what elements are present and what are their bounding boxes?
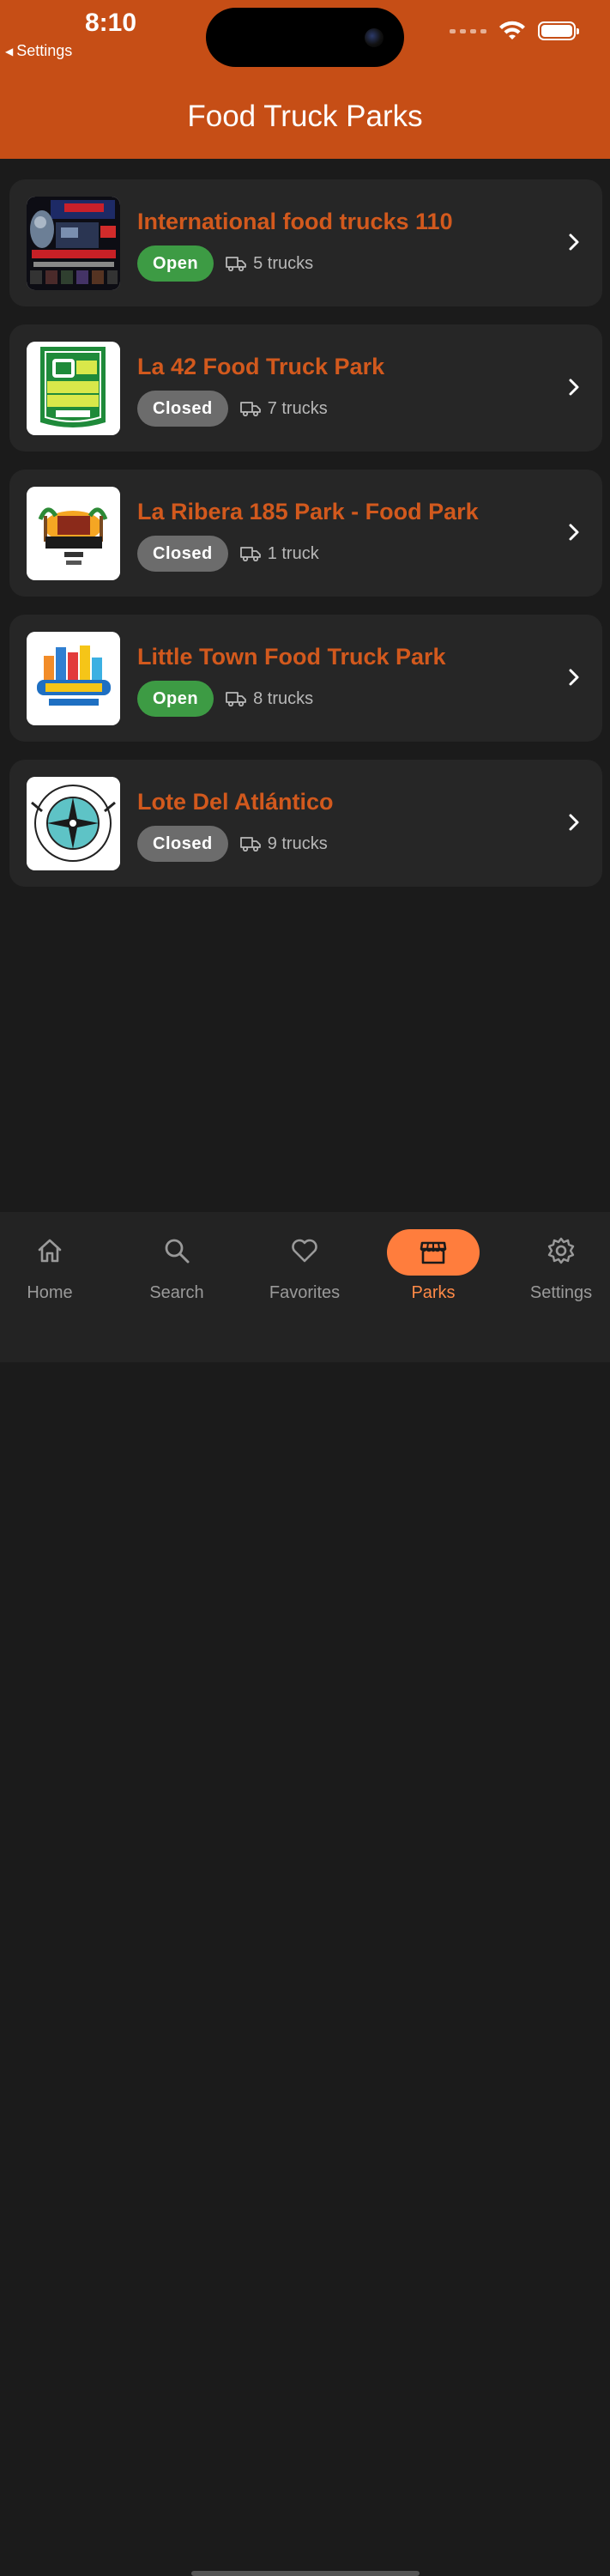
park-meta: Closed 9 trucks xyxy=(137,826,328,862)
park-logo xyxy=(27,487,120,580)
app-header: 8:10 ◀ Settings Food Truck Parks xyxy=(0,0,610,159)
truck-count: 1 truck xyxy=(267,543,319,563)
park-meta: Closed 1 truck xyxy=(137,536,319,572)
park-logo xyxy=(27,197,120,290)
truck-icon xyxy=(226,257,247,271)
page-title: Food Truck Parks xyxy=(187,100,423,133)
park-card[interactable]: Little Town Food Truck Park Open 8 truck… xyxy=(9,615,602,742)
gear-icon xyxy=(547,1237,575,1264)
status-indicators xyxy=(450,21,579,41)
tab-label: Favorites xyxy=(269,1283,341,1302)
tab-home[interactable]: Home xyxy=(0,1229,101,1303)
home-icon xyxy=(38,1239,62,1263)
storefront-icon xyxy=(420,1241,447,1264)
truck-count: 8 trucks xyxy=(253,688,314,708)
la42-logo-image xyxy=(27,342,120,435)
truck-icon xyxy=(226,692,247,706)
bottom-tab-bar: Home Search Favorites Parks Settings xyxy=(0,1212,610,2576)
chevron-right-icon xyxy=(569,814,579,831)
park-name: Little Town Food Truck Park xyxy=(137,644,446,670)
truck-icon xyxy=(239,402,261,416)
park-card[interactable]: International food trucks 110 Open 5 tru… xyxy=(9,179,602,306)
flyer-poster-image xyxy=(27,197,120,290)
park-meta: Open 8 trucks xyxy=(137,681,313,717)
truck-icon xyxy=(239,547,261,561)
tab-parks[interactable]: Parks xyxy=(382,1229,485,1303)
park-name: La 42 Food Truck Park xyxy=(137,354,385,379)
camera-icon xyxy=(365,28,384,47)
park-logo xyxy=(27,632,120,725)
status-badge: Open xyxy=(137,681,214,717)
park-list: International food trucks 110 Open 5 tru… xyxy=(9,179,602,905)
dynamic-island xyxy=(206,8,404,67)
chevron-right-icon xyxy=(569,669,579,686)
back-label: Settings xyxy=(16,42,73,59)
little-town-logo-image xyxy=(27,632,120,725)
truck-icon xyxy=(239,837,261,852)
park-meta: Open 5 trucks xyxy=(137,245,313,282)
heart-icon xyxy=(292,1239,317,1263)
lote-atlantico-logo-image xyxy=(27,777,120,870)
tab-search[interactable]: Search xyxy=(125,1229,228,1303)
tab-label: Search xyxy=(149,1283,204,1302)
tab-label: Parks xyxy=(411,1283,456,1302)
park-name: Lote Del Atlántico xyxy=(137,789,334,815)
status-badge: Closed xyxy=(137,826,228,862)
tab-label: Settings xyxy=(529,1283,593,1302)
park-meta: Closed 7 trucks xyxy=(137,391,328,427)
wifi-icon xyxy=(499,21,525,39)
chevron-right-icon xyxy=(569,233,579,251)
park-logo xyxy=(27,342,120,435)
status-badge: Closed xyxy=(137,391,228,427)
truck-count: 5 trucks xyxy=(253,253,314,273)
status-badge: Closed xyxy=(137,536,228,572)
la-ribera-logo-image xyxy=(27,487,120,580)
battery-icon xyxy=(538,21,579,40)
truck-count: 7 trucks xyxy=(267,398,328,418)
park-card[interactable]: Lote Del Atlántico Closed 9 trucks xyxy=(9,760,602,887)
park-name: International food trucks 110 xyxy=(137,209,453,234)
park-card[interactable]: La Ribera 185 Park - Food Park Closed 1 … xyxy=(9,470,602,597)
signal-icon xyxy=(450,28,486,33)
tab-label: Home xyxy=(27,1283,73,1302)
home-indicator xyxy=(191,2571,420,2576)
tab-settings[interactable]: Settings xyxy=(510,1229,610,1303)
back-arrow-icon: ◀ xyxy=(5,45,14,58)
chevron-right-icon xyxy=(569,524,579,541)
search-icon xyxy=(165,1239,190,1264)
tab-favorites[interactable]: Favorites xyxy=(253,1229,356,1303)
park-card[interactable]: La 42 Food Truck Park Closed 7 trucks xyxy=(9,324,602,452)
back-to-settings-link[interactable]: ◀ Settings xyxy=(5,42,72,60)
status-badge: Open xyxy=(137,245,214,282)
status-time: 8:10 xyxy=(84,9,137,37)
chevron-right-icon xyxy=(569,379,579,396)
park-logo xyxy=(27,777,120,870)
park-name: La Ribera 185 Park - Food Park xyxy=(137,499,479,524)
truck-count: 9 trucks xyxy=(267,833,328,853)
